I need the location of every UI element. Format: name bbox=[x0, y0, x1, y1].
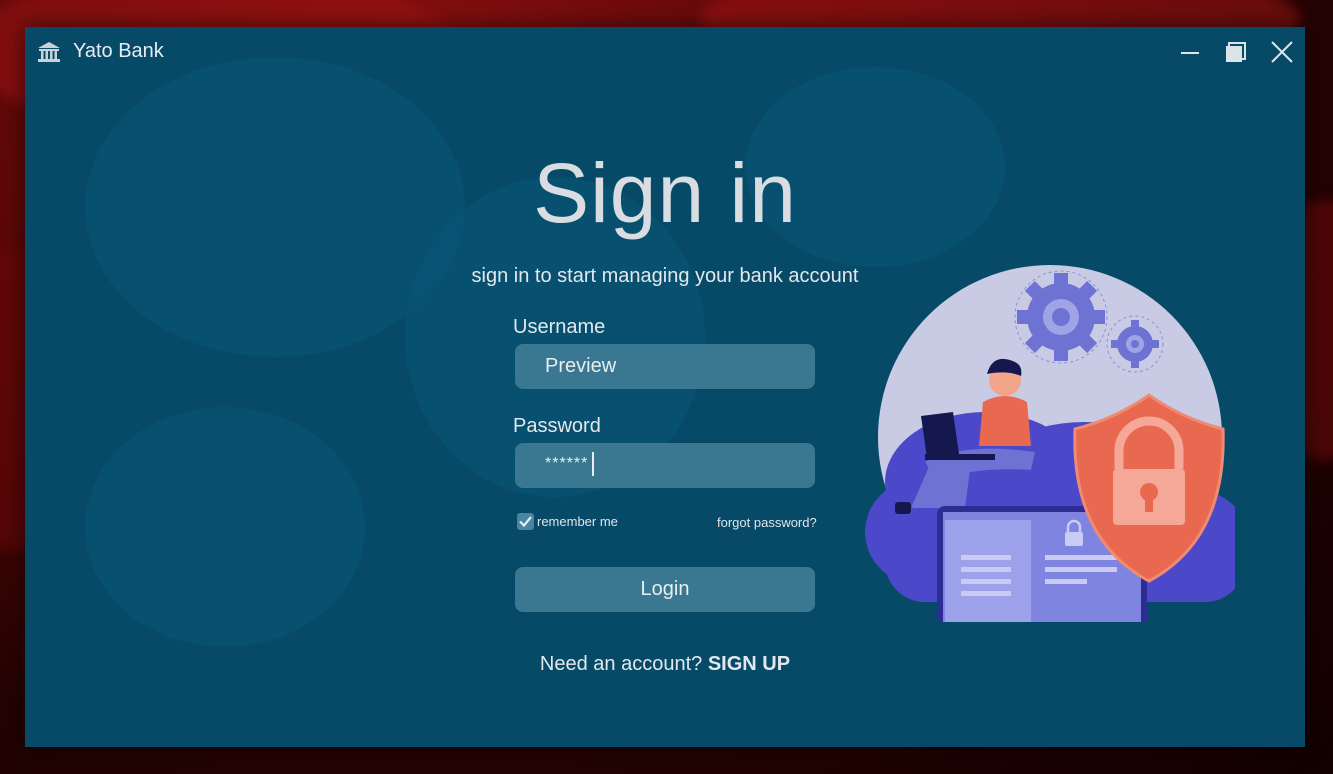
maximize-icon[interactable] bbox=[1223, 39, 1249, 65]
password-label: Password bbox=[513, 415, 601, 437]
remember-me-label[interactable]: remember me bbox=[537, 514, 618, 529]
close-icon[interactable] bbox=[1269, 39, 1295, 65]
forgot-password-link[interactable]: forgot password? bbox=[717, 515, 817, 530]
remember-me-checkbox[interactable] bbox=[517, 513, 534, 530]
app-title: Yato Bank bbox=[73, 40, 164, 62]
signup-row: Need an account? SIGN UP bbox=[25, 653, 1305, 676]
password-mask: ****** bbox=[545, 455, 589, 472]
minimize-icon[interactable] bbox=[1177, 39, 1203, 65]
username-label: Username bbox=[513, 316, 606, 338]
security-illustration bbox=[865, 265, 1235, 622]
app-window: Yato Bank Sign in sign in to start manag… bbox=[25, 27, 1305, 747]
checkmark-icon bbox=[519, 516, 532, 528]
page-title: Sign in bbox=[533, 146, 797, 240]
gear-icon bbox=[1014, 270, 1108, 364]
username-input[interactable] bbox=[515, 344, 815, 389]
login-button[interactable]: Login bbox=[515, 567, 815, 612]
title-bar[interactable]: Yato Bank bbox=[25, 27, 1305, 77]
bank-icon bbox=[37, 41, 61, 63]
text-cursor bbox=[592, 452, 594, 476]
signup-prompt: Need an account? bbox=[539, 653, 703, 675]
signup-link[interactable]: SIGN UP bbox=[708, 653, 790, 675]
